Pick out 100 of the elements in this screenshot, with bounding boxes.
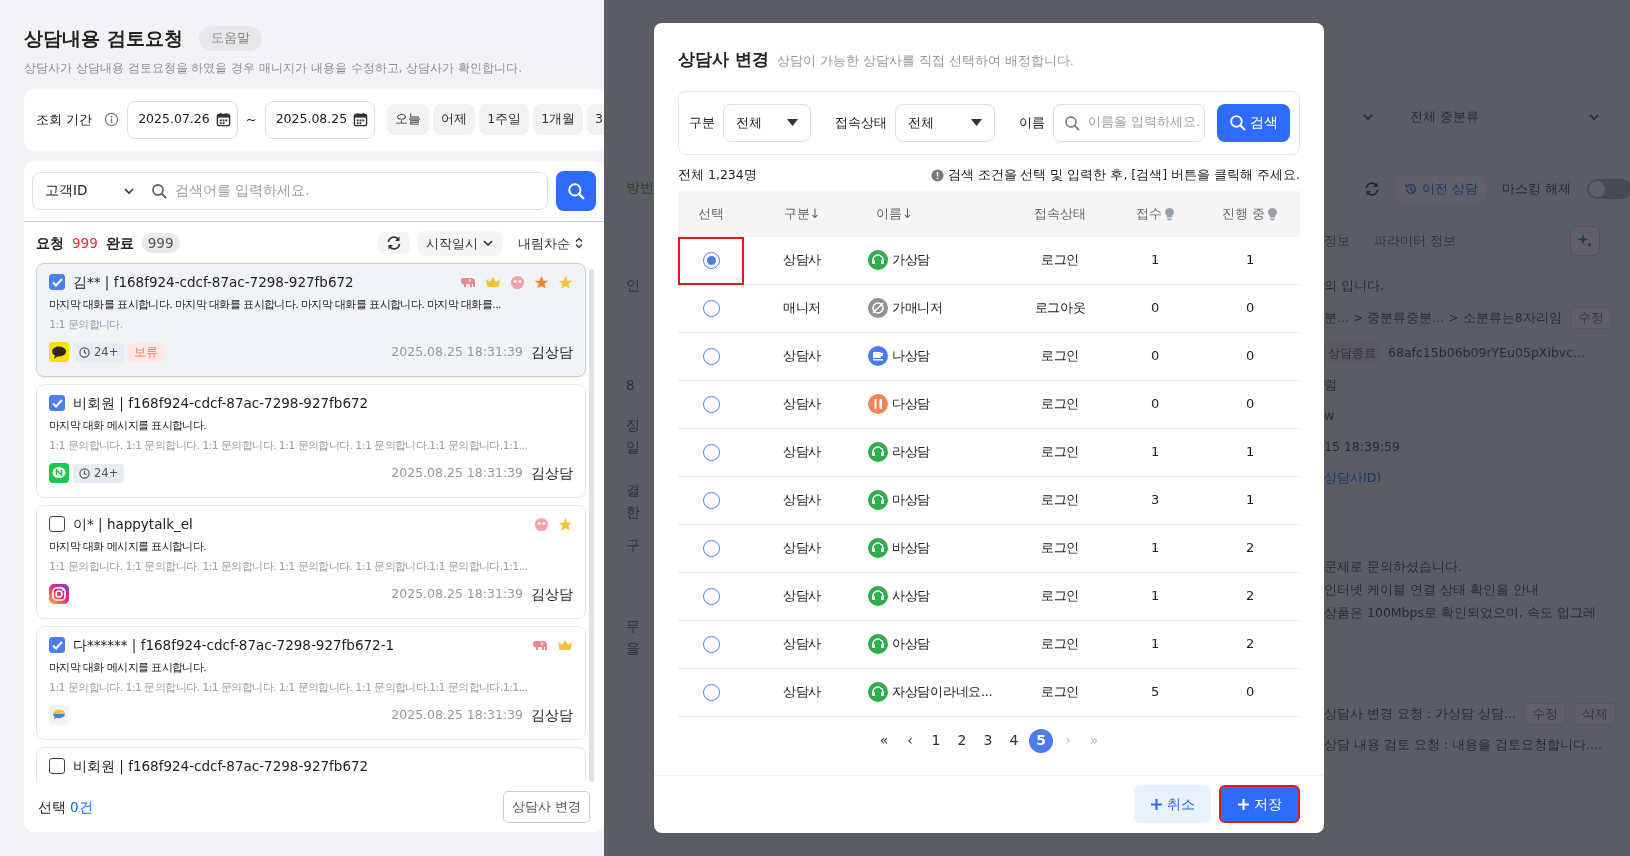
search-field[interactable]: 고객ID 검색어를 입력하세요. (32, 171, 548, 210)
column-header[interactable]: 구분↓ (783, 203, 821, 224)
radio-button[interactable] (702, 587, 720, 605)
table-cell-text: 마상담 (892, 491, 931, 510)
headset-icon (868, 442, 888, 462)
radio-button[interactable] (702, 395, 720, 413)
elephant-icon (532, 638, 548, 653)
radio-button[interactable] (702, 491, 720, 509)
table-cell-text: 로그인 (1040, 251, 1080, 270)
table-cell-text: 1 (1246, 491, 1254, 510)
table-cell-text: 로그인 (1040, 347, 1080, 366)
search-button[interactable]: 검색 (1217, 103, 1290, 142)
request-title: 비회원 | f168f924-cdcf-87ac-7298-927fb672 (73, 757, 369, 777)
checkbox[interactable] (49, 758, 65, 775)
page-number[interactable]: 2 (951, 728, 973, 753)
radio-button[interactable] (702, 683, 720, 701)
request-card[interactable]: 이* | happytalk_el 마지막 대화 메시지를 표시합니다. 1:1 문의합니다. 1:1 문의합니다. 1:1 문의합니다. 1:1 문의합니다. 1:1 문의합니다.1:1 문의합니다.1:1... 2025.08.25 18:31:39 김상담 (36, 505, 586, 619)
filter-label: 구분 (689, 113, 715, 132)
table-cell-text: 0 (1246, 347, 1254, 366)
last-message: 마지막 대화 메시지를 표시합니다. (49, 539, 208, 556)
search-button[interactable] (556, 170, 596, 211)
count-value: 999 (141, 233, 180, 254)
date-field[interactable]: 2025.07.26 (127, 100, 238, 139)
table-cell-text: 상담사 (782, 635, 822, 654)
chat-bubble-icon (49, 463, 69, 484)
table-cell-text: 상담사 (782, 251, 822, 270)
table-cell-text: 라상담 (892, 443, 931, 462)
search-icon (1229, 114, 1246, 131)
table-cell-text: 0 (1246, 683, 1254, 702)
headset-icon (868, 634, 888, 654)
column-header[interactable]: 이름↓ (876, 203, 913, 224)
table-cell-text: 상담사 (782, 347, 822, 366)
radio-button[interactable] (702, 299, 720, 317)
sort-icon (574, 237, 584, 250)
cancel-button[interactable]: 취소 (1134, 785, 1211, 823)
radio-button[interactable] (702, 539, 720, 557)
inquiry-text: 1:1 문의합니다. 1:1 문의합니다. 1:1 문의합니다. 1:1 문의합니다. 1:1 문의합니다.1:1 문의합니다.1:1... (49, 438, 529, 455)
table-cell-text: 로그인 (1040, 539, 1080, 558)
range-button[interactable]: 어제 (433, 104, 476, 135)
count-value: 999 (72, 234, 98, 254)
scrollbar[interactable] (589, 269, 594, 782)
utensils-icon (868, 394, 888, 414)
table-cell-text: 1 (1246, 251, 1254, 270)
table-cell-text: 가상담 (892, 251, 931, 270)
search-placeholder: 검색어를 입력하세요. (175, 181, 310, 201)
radio-button[interactable] (702, 347, 720, 365)
refresh-button[interactable] (378, 232, 410, 255)
request-card[interactable]: 비회원 | f168f924-cdcf-87ac-7298-927fb672 마지막 대화 메시지를 표시합니다. 1:1 문의합니다. 1:1 문의합니다. 1:1 문의합니다. 1:1 문의합니다. 1:1 문의합니다.1:1 문의합니다.1:1... 24+ 2025.08.25 18:31:39 김상담 (36, 384, 586, 498)
plus-icon (1237, 797, 1250, 811)
page-number[interactable]: 4 (1003, 728, 1025, 753)
range-button[interactable]: 오늘 (387, 104, 430, 135)
range-button[interactable]: 1개월 (533, 104, 584, 135)
table-cell-text: 나상담 (892, 347, 931, 366)
radio-button[interactable] (702, 635, 720, 653)
table-cell-text: 바상담 (892, 539, 931, 558)
table-cell-text: 사상담 (892, 587, 931, 606)
checkbox[interactable] (49, 516, 65, 533)
table-cell-text: 상담사 (782, 683, 822, 702)
table-cell-text: 로그인 (1040, 635, 1080, 654)
clock-icon (79, 346, 90, 358)
range-button[interactable]: 1주일 (479, 104, 530, 135)
checkbox[interactable] (49, 637, 65, 654)
request-card[interactable]: 김** | f168f924-cdcf-87ac-7298-927fb672 마지막 대화를 표시합니다. 마지막 대화를 표시합니다. 마지막 대화를 표시합니다. 마지막 대화를... 1:1 문의합니다. 24+ 보류 2025.08.25 18:31:39 김상담 (36, 263, 586, 377)
dropdown[interactable]: 전체 (895, 103, 995, 142)
info-icon (104, 112, 120, 127)
table-cell-text: 상담사 (782, 443, 822, 462)
request-card[interactable]: 다****** | f168f924-cdcf-87ac-7298-927fb672-1 마지막 대화 메시지를 표시합니다. 1:1 문의합니다. 1:1 문의합니다. 1:1 문의합니다. 1:1 문의합니다. 1:1 문의합니다.1:1 문의합니다.1:1... 2025.08.25 18:31:39 김상담 (36, 626, 586, 740)
checkbox[interactable] (49, 395, 65, 412)
elephant-icon (460, 275, 476, 290)
request-title: 비회원 | f168f924-cdcf-87ac-7298-927fb672 (73, 394, 369, 414)
dialog-subtitle: 상담이 가능한 상담사를 직접 선택하여 배정합니다. (776, 52, 1074, 70)
sort-field-select[interactable]: 시작일시 (418, 230, 502, 256)
search-icon (1064, 114, 1080, 131)
table-cell-text: 로그인 (1040, 395, 1080, 414)
table-cell-text: 1 (1151, 251, 1159, 270)
request-card[interactable]: 비회원 | f168f924-cdcf-87ac-7298-927fb672 (36, 747, 586, 782)
radio-button[interactable] (702, 251, 720, 269)
field-select[interactable]: 고객ID (45, 180, 88, 201)
last-message: 마지막 대화 메시지를 표시합니다. (49, 418, 208, 435)
column-header: 접속상태 (1034, 204, 1086, 223)
timestamp: 2025.08.25 18:31:39 (391, 585, 523, 603)
selected-count: 0건 (70, 797, 93, 817)
change-agent-button[interactable]: 상담사 변경 (502, 791, 590, 823)
emoji-icon (534, 516, 549, 532)
table-cell-text: 5 (1151, 683, 1159, 702)
total-count: 전체 1,234명 (678, 166, 757, 185)
dropdown[interactable]: 전체 (723, 103, 811, 142)
status-tag: 보류 (128, 342, 165, 362)
page-number[interactable]: 5 (1029, 728, 1053, 753)
search-icon (567, 181, 585, 200)
radio-button[interactable] (702, 443, 720, 461)
date-field[interactable]: 2025.08.25 (264, 100, 376, 139)
table-cell-text: 가매니저 (892, 299, 943, 318)
table-cell-text: 상담사 (782, 491, 822, 510)
page-number[interactable]: 3 (977, 728, 999, 753)
agent-name: 김상담 (531, 343, 573, 363)
range-button[interactable]: 3 (587, 104, 604, 135)
save-button[interactable]: 저장 (1219, 785, 1300, 823)
page-number[interactable]: 1 (925, 728, 947, 753)
checkbox[interactable] (49, 274, 65, 291)
